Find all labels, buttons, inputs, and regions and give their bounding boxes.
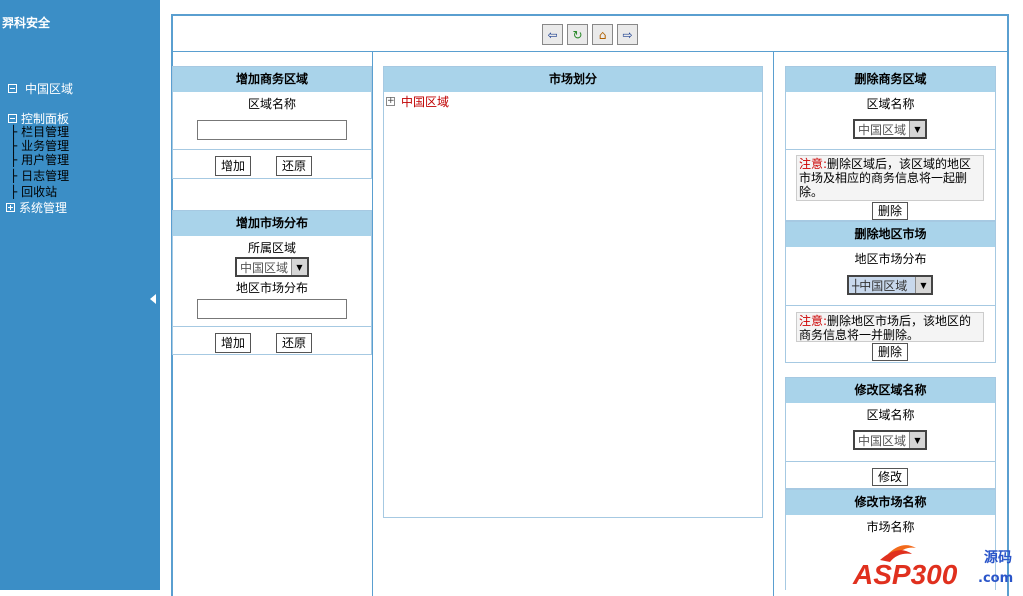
divider — [173, 178, 371, 179]
watermark-logo: ASP300 源码 .com — [850, 540, 1020, 590]
chevron-down-icon: ▼ — [291, 259, 307, 275]
delete-market-button[interactable]: 删除 — [872, 343, 908, 361]
divider — [173, 326, 371, 327]
modify-region-button[interactable]: 修改 — [872, 468, 908, 486]
sidebar: 羿科安全 中国区域 控制面板 ├ 栏目管理 ├ 业务管理 ├ 用户管理 ├ 日志… — [0, 0, 160, 590]
tree-connector: ├ — [10, 153, 18, 167]
market-label: 地区市场分布 — [854, 252, 927, 266]
delete-region-button[interactable]: 删除 — [872, 202, 908, 220]
tree-item-label: 日志管理 — [21, 169, 70, 183]
reset-market-button[interactable]: 还原 — [276, 333, 312, 353]
divider — [786, 149, 995, 150]
watermark-text: ASP300 — [852, 559, 958, 590]
divider — [786, 305, 995, 306]
tree-root-label: 中国区域 — [401, 95, 450, 109]
add-region-button[interactable]: 增加 — [215, 156, 251, 176]
select-value: 中国区域 — [240, 260, 289, 275]
warning-prefix: 注意: — [799, 314, 828, 328]
tree-connector: ├ — [10, 185, 18, 199]
divider — [786, 461, 995, 462]
market-input[interactable] — [197, 299, 347, 319]
panel-title: 删除商务区域 — [786, 67, 995, 92]
region-name-label: 区域名称 — [866, 408, 915, 422]
tree-item-label: 回收站 — [21, 185, 58, 199]
delete-market-select[interactable]: ┼中国区域 ▼ — [847, 275, 933, 295]
delete-market-panel: 删除地区市场 地区市场分布 ┼中国区域 ▼ 注意:删除地区市场后，该地区的商务信… — [785, 221, 996, 363]
home-button[interactable]: ⌂ — [592, 24, 613, 45]
watermark-domain: .com — [978, 571, 1013, 586]
expand-icon[interactable] — [6, 203, 15, 212]
market-division-panel: 市场划分 + 中国区域 — [383, 66, 763, 518]
add-business-region-panel: 增加商务区域 区域名称 增加 还原 — [172, 66, 372, 179]
collapse-icon[interactable] — [8, 84, 17, 93]
toolbar: ⇦ ↻ ⌂ ⇨ — [171, 14, 1009, 52]
collapse-icon[interactable] — [8, 114, 17, 123]
select-value: 中国区域 — [858, 433, 907, 448]
back-button[interactable]: ⇦ — [542, 24, 563, 45]
select-value: ┼中国区域 — [852, 278, 908, 293]
tree-item-label: 用户管理 — [21, 153, 70, 167]
home-icon: ⌂ — [598, 27, 607, 42]
tree-node-label: 中国区域 — [25, 82, 74, 96]
tree-node-china-region[interactable]: 中国区域 — [8, 80, 73, 97]
market-label: 地区市场分布 — [235, 281, 308, 295]
expand-icon[interactable]: + — [386, 97, 395, 106]
panel-title: 删除地区市场 — [786, 222, 995, 247]
divider — [173, 149, 371, 150]
tree-node-label: 系统管理 — [19, 201, 68, 215]
tree-item-user-management[interactable]: ├ 用户管理 — [10, 151, 69, 168]
tree-node-system-management[interactable]: 系统管理 — [6, 199, 67, 216]
collapse-sidebar-icon[interactable] — [150, 294, 156, 304]
chevron-down-icon: ▼ — [915, 277, 931, 293]
add-market-button[interactable]: 增加 — [215, 333, 251, 353]
chevron-down-icon: ▼ — [909, 432, 925, 448]
region-name-input[interactable] — [197, 120, 347, 140]
warning-prefix: 注意: — [799, 157, 828, 171]
reset-region-button[interactable]: 还原 — [276, 156, 312, 176]
delete-business-region-panel: 删除商务区域 区域名称 中国区域 ▼ 注意:删除区域后，该区域的地区市场及相应的… — [785, 66, 996, 221]
content-area: ⇦ ↻ ⌂ ⇨ 增加商务区域 区域名称 增加 还原 增加市场分布 所属区域 中国… — [160, 0, 1023, 596]
refresh-icon: ↻ — [572, 27, 583, 42]
chevron-down-icon: ▼ — [909, 121, 925, 137]
brand-title: 羿科安全 — [2, 16, 51, 30]
tree-root-node[interactable]: + 中国区域 — [386, 93, 449, 110]
panel-title: 增加市场分布 — [173, 211, 371, 236]
region-name-label: 区域名称 — [247, 97, 296, 111]
forward-arrow-icon: ⇨ — [622, 27, 633, 42]
delete-region-warning: 注意:删除区域后，该区域的地区市场及相应的商务信息将一起删除。 — [796, 155, 984, 201]
tree-item-log-management[interactable]: ├ 日志管理 — [10, 167, 69, 184]
region-select[interactable]: 中国区域 ▼ — [235, 257, 309, 277]
rename-region-select[interactable]: 中国区域 ▼ — [853, 430, 927, 450]
add-market-panel: 增加市场分布 所属区域 中国区域 ▼ 地区市场分布 增加 还原 — [172, 210, 372, 355]
select-value: 中国区域 — [858, 122, 907, 137]
refresh-button[interactable]: ↻ — [567, 24, 588, 45]
column-divider — [372, 51, 373, 596]
delete-market-warning: 注意:删除地区市场后，该地区的商务信息将一并删除。 — [796, 312, 984, 342]
region-label: 所属区域 — [247, 241, 296, 255]
tree-item-recycle-bin[interactable]: ├ 回收站 — [10, 183, 57, 200]
panel-title: 增加商务区域 — [173, 67, 371, 92]
panel-title: 修改市场名称 — [786, 490, 995, 515]
delete-region-select[interactable]: 中国区域 ▼ — [853, 119, 927, 139]
back-arrow-icon: ⇦ — [547, 27, 558, 42]
panel-title: 市场划分 — [384, 67, 762, 92]
tree-connector: ├ — [10, 169, 18, 183]
market-name-label: 市场名称 — [866, 520, 915, 534]
rename-region-panel: 修改区域名称 区域名称 中国区域 ▼ 修改 — [785, 377, 996, 489]
forward-button[interactable]: ⇨ — [617, 24, 638, 45]
panel-title: 修改区域名称 — [786, 378, 995, 403]
asp300-logo-icon: ASP300 源码 .com — [852, 545, 1013, 590]
region-name-label: 区域名称 — [866, 97, 915, 111]
watermark-suffix: 源码 — [984, 549, 1012, 566]
column-divider — [773, 51, 774, 596]
